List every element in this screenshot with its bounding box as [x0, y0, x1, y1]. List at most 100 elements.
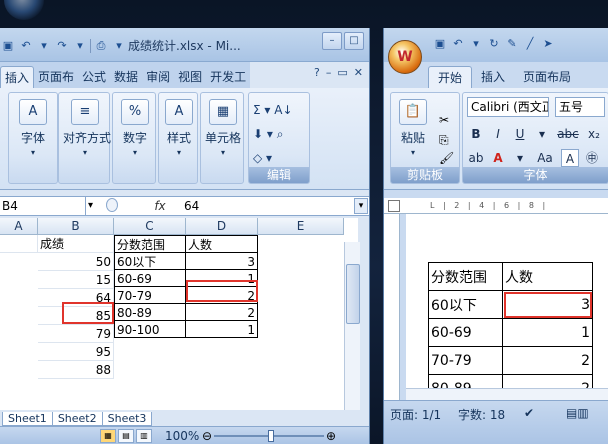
column-header-a[interactable]: A [0, 218, 38, 235]
cell-count[interactable]: 1 [185, 320, 258, 338]
table-cell[interactable]: 人数 [502, 262, 593, 291]
normal-view-icon[interactable]: ▦ [100, 429, 116, 443]
vertical-scrollbar[interactable] [344, 242, 360, 410]
cell-range[interactable]: 60以下 [114, 252, 186, 270]
cut-icon[interactable]: ✂ [439, 113, 449, 127]
tab-developer[interactable]: 开发工 [206, 66, 250, 88]
save-icon[interactable]: ▣ [432, 36, 448, 52]
cell-score[interactable]: 15 [38, 271, 114, 289]
format-painter-icon[interactable]: ✎ [504, 36, 520, 52]
zoom-slider-thumb[interactable] [268, 430, 274, 442]
character-shading-icon[interactable]: A [561, 149, 579, 167]
cell-range[interactable]: 90-100 [114, 320, 186, 338]
font-name-select[interactable]: Calibri (西文正 [467, 97, 549, 117]
chevron-down-icon[interactable]: ▾ [36, 38, 52, 54]
cell-score[interactable]: 88 [38, 361, 114, 379]
draw-icon[interactable]: ╱ [522, 36, 538, 52]
document-page[interactable]: 分数范围 人数 60以下 3 60-69 1 70-79 2 80-89 2 [406, 214, 608, 403]
sheet-tab[interactable]: Sheet2 [51, 412, 103, 426]
cell-c1[interactable]: 分数范围 [114, 235, 186, 253]
print-preview-icon[interactable]: ⎙ [93, 38, 109, 54]
redo-icon[interactable]: ↷ [54, 38, 70, 54]
page-break-view-icon[interactable]: ▥ [136, 429, 152, 443]
column-header-c[interactable]: C [114, 218, 186, 235]
format-painter-icon[interactable]: 🖌 [439, 151, 454, 165]
style-button[interactable]: A 样式 ▾ [159, 99, 199, 157]
cell-range[interactable]: 60-69 [114, 269, 186, 287]
horizontal-ruler[interactable]: L | 2 | 4 | 6 | 8 | [384, 198, 608, 214]
cells-button[interactable]: ▦ 单元格 ▾ [203, 99, 243, 157]
print-layout-view-icon[interactable]: ▤▥ [566, 406, 589, 420]
tab-formulas[interactable]: 公式 [78, 66, 110, 88]
formula-input[interactable]: 64 [184, 197, 199, 215]
zoom-out-icon[interactable]: ⊖ [202, 427, 212, 444]
page-count[interactable]: 页面: 1/1 [390, 406, 441, 423]
cell-b1[interactable]: 成绩 [38, 235, 114, 253]
scrollbar-thumb[interactable] [346, 264, 360, 324]
autosum-icon[interactable]: Σ ▾ A↓ [253, 101, 303, 119]
save-icon[interactable]: ▣ [0, 38, 16, 54]
word-table[interactable]: 分数范围 人数 60以下 3 60-69 1 70-79 2 80-89 2 [428, 262, 593, 403]
tab-data[interactable]: 数据 [110, 66, 142, 88]
cell-count[interactable]: 2 [185, 303, 258, 321]
tab-insert[interactable]: 插入 [0, 66, 35, 88]
spreadsheet-grid[interactable]: A B C D E 成绩 分数范围 人数 50 15 64 85 79 95 8… [0, 218, 358, 410]
cell-score[interactable]: 50 [38, 253, 114, 271]
chevron-down-icon[interactable]: ▾ [511, 149, 529, 167]
tab-view[interactable]: 视图 [174, 66, 206, 88]
close-icon[interactable]: ✕ [354, 66, 363, 79]
ribbon-restore-icon[interactable]: ▭ [337, 66, 347, 79]
column-header-e[interactable]: E [258, 218, 344, 235]
page-layout-view-icon[interactable]: ▤ [118, 429, 134, 443]
chevron-down-icon[interactable]: ▾ [88, 197, 93, 215]
font-button[interactable]: A 字体 ▾ [13, 99, 53, 157]
tab-selector[interactable] [388, 200, 400, 212]
cell-range[interactable]: 70-79 [114, 286, 186, 304]
tab-insert[interactable]: 插入 [472, 66, 514, 88]
cursor-icon[interactable]: ➤ [540, 36, 556, 52]
cell-range[interactable]: 80-89 [114, 303, 186, 321]
cell-count[interactable]: 3 [185, 252, 258, 270]
alignment-button[interactable]: ≡ 对齐方式 ▾ [63, 99, 111, 157]
font-color-icon[interactable]: A [489, 149, 507, 167]
table-cell[interactable]: 分数范围 [428, 262, 503, 291]
italic-icon[interactable]: I [489, 125, 507, 143]
tab-page-layout[interactable]: 页面布 [34, 66, 78, 88]
tab-review[interactable]: 审阅 [142, 66, 174, 88]
help-icon[interactable]: ? [314, 66, 320, 79]
column-header-b[interactable]: B [38, 218, 114, 235]
paste-button[interactable]: 📋 粘贴 ▾ [393, 99, 433, 157]
chevron-down-icon[interactable]: ▾ [533, 125, 551, 143]
redo-icon[interactable]: ↻ [486, 36, 502, 52]
tab-page-layout[interactable]: 页面布局 [514, 66, 580, 88]
font-size-select[interactable]: 五号 [555, 97, 605, 117]
ribbon-minimize-icon[interactable]: – [326, 66, 332, 79]
subscript-icon[interactable]: x₂ [585, 125, 603, 143]
zoom-in-icon[interactable]: ⊕ [326, 427, 336, 444]
expand-formula-icon[interactable]: ▾ [354, 198, 368, 214]
column-header-d[interactable]: D [186, 218, 258, 235]
undo-icon[interactable]: ↶ [18, 38, 34, 54]
undo-icon[interactable]: ↶ [450, 36, 466, 52]
vertical-ruler[interactable] [384, 214, 400, 400]
cell-a1[interactable] [0, 235, 38, 253]
chevron-down-icon[interactable]: ▾ [468, 36, 484, 52]
cell-score[interactable]: 79 [38, 325, 114, 343]
word-count[interactable]: 字数: 18 [458, 406, 505, 423]
table-cell[interactable]: 3 [502, 290, 593, 319]
underline-icon[interactable]: U [511, 125, 529, 143]
table-cell[interactable]: 70-79 [428, 346, 503, 375]
sheet-tab[interactable]: Sheet3 [101, 412, 153, 426]
sheet-tab[interactable]: Sheet1 [2, 412, 53, 426]
strikethrough-icon[interactable]: abc [555, 125, 581, 143]
zoom-slider[interactable] [214, 430, 324, 442]
zoom-level[interactable]: 100% [165, 427, 199, 444]
table-cell[interactable]: 1 [502, 318, 593, 347]
insert-function-button[interactable]: fx [150, 198, 170, 214]
change-case-icon[interactable]: Aa [533, 149, 557, 167]
office-button-icon[interactable]: W [388, 40, 422, 74]
horizontal-scrollbar[interactable] [406, 388, 608, 400]
table-cell[interactable]: 60-69 [428, 318, 503, 347]
customize-toolbar-icon[interactable]: ▾ [111, 38, 127, 54]
enclose-character-icon[interactable]: ㊥ [583, 149, 601, 167]
